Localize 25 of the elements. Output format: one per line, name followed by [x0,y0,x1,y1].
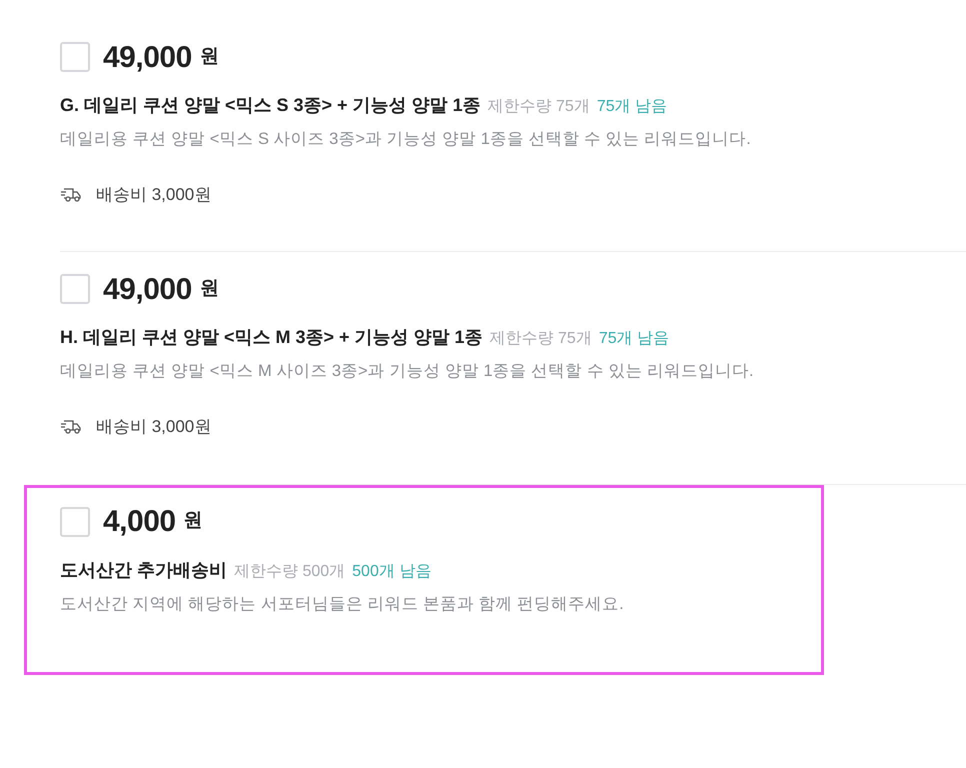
truck-icon [60,186,82,202]
reward-checkbox[interactable] [60,274,90,304]
price: 4,000 [103,504,176,540]
reward-title: G. 데일리 쿠션 양말 <믹스 S 3종> + 기능성 양말 1종 [60,94,481,117]
reward-description: 도서산간 지역에 해당하는 서포터님들은 리워드 본품과 함께 펀딩해주세요. [60,594,625,614]
shipping-fee: 배송비 3,000원 [96,184,212,206]
price: 49,000 [103,272,192,308]
reward-checkbox[interactable] [60,506,90,536]
price: 49,000 [103,40,192,76]
limit-text: 제한수량 75개 [490,329,592,350]
shipping-fee: 배송비 3,000원 [96,416,212,438]
currency: 원 [200,44,219,69]
currency: 원 [200,277,219,301]
remaining-text: 500개 남음 [352,562,432,582]
limit-text: 제한수량 75개 [488,97,590,117]
remaining-text: 75개 남음 [596,97,668,117]
reward-checkbox[interactable] [60,42,90,72]
reward-title: H. 데일리 쿠션 양말 <믹스 M 3종> + 기능성 양말 1종 [60,326,483,350]
reward-description: 데일리용 쿠션 양말 <믹스 M 사이즈 3종>과 기능성 양말 1종을 선택할 수 있는 리워드입니다. [60,361,755,382]
reward-title: 도서산간 추가배송비 [60,558,228,582]
truck-icon [60,418,82,435]
reward-description: 데일리용 쿠션 양말 <믹스 S 사이즈 3종>과 기능성 양말 1종을 선택할 수 있는 리워드입니다. [60,129,752,150]
remaining-text: 75개 남음 [598,329,670,350]
currency: 원 [184,509,203,534]
limit-text: 제한수량 500개 [234,562,346,582]
